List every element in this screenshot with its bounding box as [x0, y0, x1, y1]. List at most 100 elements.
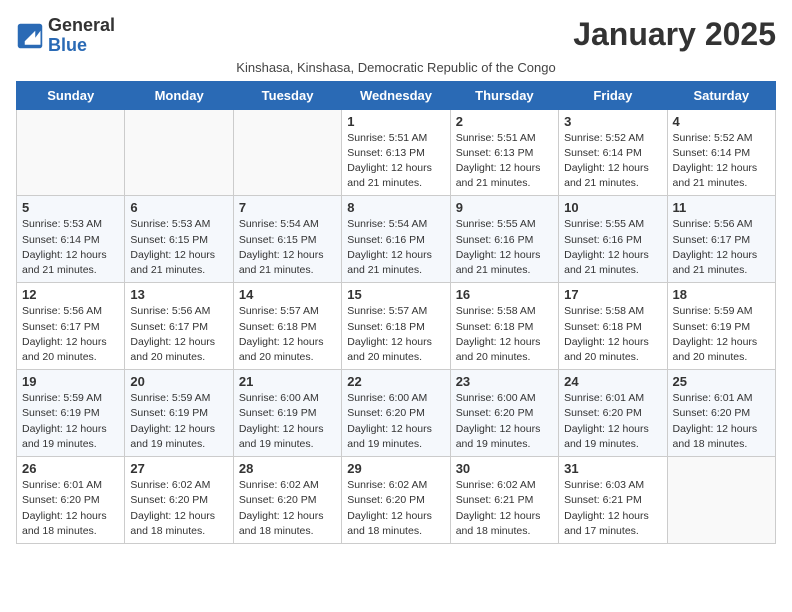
day-number: 22 — [347, 374, 444, 389]
calendar-cell: 28 Sunrise: 6:02 AMSunset: 6:20 PMDayligh… — [233, 457, 341, 544]
calendar-body: 1 Sunrise: 5:51 AMSunset: 6:13 PMDaylight… — [17, 109, 776, 543]
calendar-cell: 13 Sunrise: 5:56 AMSunset: 6:17 PMDayligh… — [125, 283, 233, 370]
logo-icon — [16, 22, 44, 50]
weekday-saturday: Saturday — [667, 81, 775, 109]
day-number: 27 — [130, 461, 227, 476]
day-number: 8 — [347, 200, 444, 215]
calendar-cell: 9 Sunrise: 5:55 AMSunset: 6:16 PMDaylight… — [450, 196, 558, 283]
day-info: Sunrise: 6:02 AMSunset: 6:21 PMDaylight:… — [456, 478, 553, 539]
calendar-cell: 31 Sunrise: 6:03 AMSunset: 6:21 PMDayligh… — [559, 457, 667, 544]
day-number: 24 — [564, 374, 661, 389]
week-row-2: 12 Sunrise: 5:56 AMSunset: 6:17 PMDayligh… — [17, 283, 776, 370]
calendar-cell: 3Sunrise: 5:52 AMSunset: 6:14 PMDaylight… — [559, 109, 667, 196]
logo-text: General Blue — [48, 16, 115, 56]
day-number: 20 — [130, 374, 227, 389]
weekday-wednesday: Wednesday — [342, 81, 450, 109]
day-info: Sunrise: 5:51 AMSunset: 6:13 PMDaylight:… — [456, 131, 553, 192]
calendar-cell: 19 Sunrise: 5:59 AMSunset: 6:19 PMDayligh… — [17, 370, 125, 457]
calendar-cell: 16 Sunrise: 5:58 AMSunset: 6:18 PMDayligh… — [450, 283, 558, 370]
day-info: Sunrise: 5:55 AMSunset: 6:16 PMDaylight:… — [564, 217, 661, 278]
calendar-cell: 23 Sunrise: 6:00 AMSunset: 6:20 PMDayligh… — [450, 370, 558, 457]
day-number: 4 — [673, 114, 770, 129]
calendar-cell: 17 Sunrise: 5:58 AMSunset: 6:18 PMDayligh… — [559, 283, 667, 370]
day-info: Sunrise: 6:01 AMSunset: 6:20 PMDaylight:… — [22, 478, 119, 539]
week-row-1: 5Sunrise: 5:53 AMSunset: 6:14 PMDaylight… — [17, 196, 776, 283]
day-number: 12 — [22, 287, 119, 302]
day-number: 14 — [239, 287, 336, 302]
day-number: 2 — [456, 114, 553, 129]
calendar-table: SundayMondayTuesdayWednesdayThursdayFrid… — [16, 81, 776, 544]
day-number: 7 — [239, 200, 336, 215]
calendar-cell: 2 Sunrise: 5:51 AMSunset: 6:13 PMDaylight… — [450, 109, 558, 196]
calendar-cell: 20 Sunrise: 5:59 AMSunset: 6:19 PMDayligh… — [125, 370, 233, 457]
week-row-4: 26 Sunrise: 6:01 AMSunset: 6:20 PMDayligh… — [17, 457, 776, 544]
day-info: Sunrise: 6:03 AMSunset: 6:21 PMDaylight:… — [564, 478, 661, 539]
day-number: 13 — [130, 287, 227, 302]
calendar-cell: 14 Sunrise: 5:57 AMSunset: 6:18 PMDayligh… — [233, 283, 341, 370]
calendar-cell: 10 Sunrise: 5:55 AMSunset: 6:16 PMDayligh… — [559, 196, 667, 283]
calendar-cell: 24 Sunrise: 6:01 AMSunset: 6:20 PMDayligh… — [559, 370, 667, 457]
day-info: Sunrise: 5:56 AMSunset: 6:17 PMDaylight:… — [130, 304, 227, 365]
calendar-cell: 12Sunrise: 5:56 AMSunset: 6:17 PMDayligh… — [17, 283, 125, 370]
day-info: Sunrise: 5:55 AMSunset: 6:16 PMDaylight:… — [456, 217, 553, 278]
day-info: Sunrise: 5:58 AMSunset: 6:18 PMDaylight:… — [456, 304, 553, 365]
page-header: General Blue January 2025 — [16, 16, 776, 56]
day-info: Sunrise: 6:00 AMSunset: 6:20 PMDaylight:… — [347, 391, 444, 452]
day-number: 1 — [347, 114, 444, 129]
day-info: Sunrise: 5:57 AMSunset: 6:18 PMDaylight:… — [347, 304, 444, 365]
logo: General Blue — [16, 16, 115, 56]
weekday-friday: Friday — [559, 81, 667, 109]
day-number: 15 — [347, 287, 444, 302]
day-info: Sunrise: 6:00 AMSunset: 6:20 PMDaylight:… — [456, 391, 553, 452]
weekday-monday: Monday — [125, 81, 233, 109]
day-info: Sunrise: 6:01 AMSunset: 6:20 PMDaylight:… — [564, 391, 661, 452]
day-number: 6 — [130, 200, 227, 215]
calendar-cell: 29 Sunrise: 6:02 AMSunset: 6:20 PMDayligh… — [342, 457, 450, 544]
weekday-tuesday: Tuesday — [233, 81, 341, 109]
day-info: Sunrise: 5:52 AMSunset: 6:14 PMDaylight:… — [673, 131, 770, 192]
day-number: 31 — [564, 461, 661, 476]
day-info: Sunrise: 5:53 AMSunset: 6:15 PMDaylight:… — [130, 217, 227, 278]
day-number: 5 — [22, 200, 119, 215]
calendar-cell: 30 Sunrise: 6:02 AMSunset: 6:21 PMDayligh… — [450, 457, 558, 544]
calendar-cell: 1 Sunrise: 5:51 AMSunset: 6:13 PMDaylight… — [342, 109, 450, 196]
week-row-0: 1 Sunrise: 5:51 AMSunset: 6:13 PMDaylight… — [17, 109, 776, 196]
calendar-cell: 15 Sunrise: 5:57 AMSunset: 6:18 PMDayligh… — [342, 283, 450, 370]
day-number: 16 — [456, 287, 553, 302]
day-number: 17 — [564, 287, 661, 302]
day-number: 26 — [22, 461, 119, 476]
day-number: 18 — [673, 287, 770, 302]
day-number: 9 — [456, 200, 553, 215]
day-number: 25 — [673, 374, 770, 389]
weekday-thursday: Thursday — [450, 81, 558, 109]
calendar-cell: 25Sunrise: 6:01 AMSunset: 6:20 PMDayligh… — [667, 370, 775, 457]
day-number: 23 — [456, 374, 553, 389]
day-number: 28 — [239, 461, 336, 476]
calendar-cell — [125, 109, 233, 196]
day-info: Sunrise: 5:59 AMSunset: 6:19 PMDaylight:… — [130, 391, 227, 452]
day-number: 11 — [673, 200, 770, 215]
day-number: 30 — [456, 461, 553, 476]
day-info: Sunrise: 5:57 AMSunset: 6:18 PMDaylight:… — [239, 304, 336, 365]
day-number: 29 — [347, 461, 444, 476]
calendar-cell: 8 Sunrise: 5:54 AMSunset: 6:16 PMDaylight… — [342, 196, 450, 283]
week-row-3: 19 Sunrise: 5:59 AMSunset: 6:19 PMDayligh… — [17, 370, 776, 457]
day-number: 10 — [564, 200, 661, 215]
day-info: Sunrise: 6:02 AMSunset: 6:20 PMDaylight:… — [239, 478, 336, 539]
calendar-cell: 4 Sunrise: 5:52 AMSunset: 6:14 PMDaylight… — [667, 109, 775, 196]
calendar-cell — [667, 457, 775, 544]
calendar-cell: 21Sunrise: 6:00 AMSunset: 6:19 PMDayligh… — [233, 370, 341, 457]
day-info: Sunrise: 6:02 AMSunset: 6:20 PMDaylight:… — [347, 478, 444, 539]
day-info: Sunrise: 5:59 AMSunset: 6:19 PMDaylight:… — [22, 391, 119, 452]
day-info: Sunrise: 6:02 AMSunset: 6:20 PMDaylight:… — [130, 478, 227, 539]
calendar-cell: 7Sunrise: 5:54 AMSunset: 6:15 PMDaylight… — [233, 196, 341, 283]
day-info: Sunrise: 5:54 AMSunset: 6:16 PMDaylight:… — [347, 217, 444, 278]
day-info: Sunrise: 5:58 AMSunset: 6:18 PMDaylight:… — [564, 304, 661, 365]
weekday-header-row: SundayMondayTuesdayWednesdayThursdayFrid… — [17, 81, 776, 109]
calendar-cell: 6 Sunrise: 5:53 AMSunset: 6:15 PMDaylight… — [125, 196, 233, 283]
subtitle: Kinshasa, Kinshasa, Democratic Republic … — [16, 60, 776, 75]
title-block: January 2025 — [573, 16, 776, 53]
day-number: 19 — [22, 374, 119, 389]
day-info: Sunrise: 5:59 AMSunset: 6:19 PMDaylight:… — [673, 304, 770, 365]
day-info: Sunrise: 5:51 AMSunset: 6:13 PMDaylight:… — [347, 131, 444, 192]
